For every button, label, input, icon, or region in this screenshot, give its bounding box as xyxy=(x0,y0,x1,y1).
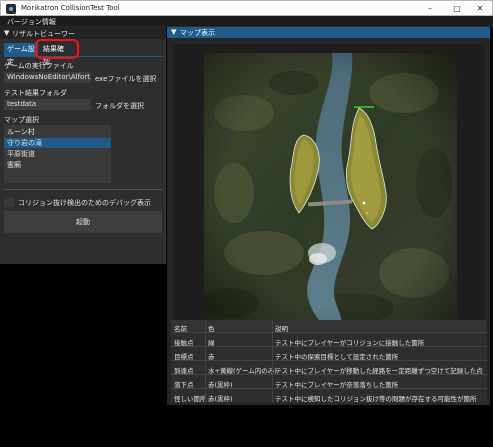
table-row: 落下点 赤(黒枠) テスト中にプレイヤーが奈落落ちした箇所 xyxy=(171,376,487,389)
legend-cell-name: 落下点 xyxy=(174,381,194,389)
table-row: 目標点 赤 テスト中の探索目標として設定された箇所 xyxy=(171,348,487,361)
legend-cell-name: 目標点 xyxy=(174,353,194,361)
map-display-panel: ▼ マップ表示 名前 色 説明 接触点 緑 テスト中にプレイヤーがコリジョンに接… xyxy=(167,27,490,405)
legend-cell-color: 赤(黒枠) xyxy=(208,381,233,389)
legend-cell-description: テスト中に検知したコリジョン抜け等の問題が存在する可能性が箇所 xyxy=(275,395,477,403)
menu-version-info[interactable]: バージョン情報 xyxy=(7,17,56,27)
divider xyxy=(4,189,162,190)
legend-header-description: 説明 xyxy=(275,325,288,333)
exe-path-field[interactable]: WindowsNoEditor\Alfort.ex xyxy=(4,72,91,83)
window-titlebar: Morikatron CollisionTest Tool – □ ✕ xyxy=(0,0,493,16)
window-title: Morikatron CollisionTest Tool xyxy=(21,4,120,12)
legend-header-name: 名前 xyxy=(174,325,187,333)
close-button[interactable]: ✕ xyxy=(467,1,493,16)
collapse-arrow-icon[interactable]: ▼ xyxy=(171,28,176,36)
legend-cell-name: 到達点 xyxy=(174,367,194,375)
legend-header-color: 色 xyxy=(208,325,215,333)
column-divider xyxy=(272,320,273,403)
result-viewer-header[interactable]: ▼ リザルトビューワー xyxy=(0,27,166,39)
legend-cell-description: テスト中にプレイヤーが奈落落ちした箇所 xyxy=(275,381,399,389)
table-row: 怪しい箇所 赤(黒枠) テスト中に検知したコリジョン抜け等の問題が存在する可能性… xyxy=(171,390,487,403)
legend-table: 名前 色 説明 接触点 緑 テスト中にプレイヤーがコリジョンに接触した箇所 目標… xyxy=(171,320,487,403)
collapse-arrow-icon[interactable]: ▼ xyxy=(4,29,9,37)
exe-label: ゲームの実行ファイル xyxy=(4,62,74,70)
menu-bar: バージョン情報 xyxy=(0,16,493,27)
legend-header-row: 名前 色 説明 xyxy=(171,320,487,333)
list-item[interactable]: 平原街道 xyxy=(4,149,111,159)
legend-cell-description: テスト中にプレイヤーがコリジョンに接触した箇所 xyxy=(275,339,425,347)
map-select-label: マップ選択 xyxy=(4,116,39,124)
result-viewer-panel: ▼ リザルトビューワー ゲーム設定 結果確認 ゲームの実行ファイル Window… xyxy=(0,27,166,264)
debug-checkbox[interactable] xyxy=(4,197,14,207)
legend-cell-name: 接触点 xyxy=(174,339,194,347)
legend-cell-color: 水+黄線(ゲーム内のみ) xyxy=(208,367,277,375)
select-exe-button[interactable]: exeファイルを選択 xyxy=(95,74,156,84)
tab-underline xyxy=(4,56,164,57)
list-item[interactable]: 守り岩の滝 xyxy=(4,138,111,148)
launch-button[interactable]: 起動 xyxy=(4,211,162,233)
legend-cell-description: テスト中にプレイヤーが移動した経路を一定距離ずつ空けて記録した点 xyxy=(275,367,483,375)
table-row: 接触点 緑 テスト中にプレイヤーがコリジョンに接触した箇所 xyxy=(171,334,487,347)
map-image[interactable] xyxy=(204,53,457,329)
select-folder-button[interactable]: フォルダを選択 xyxy=(95,101,144,111)
map-display-header[interactable]: ▼ マップ表示 xyxy=(167,27,490,38)
table-row: 到達点 水+黄線(ゲーム内のみ) テスト中にプレイヤーが移動した経路を一定距離ず… xyxy=(171,362,487,375)
list-item[interactable]: 霊廟 xyxy=(4,160,111,170)
legend-cell-color: 緑 xyxy=(208,339,215,347)
minimize-button[interactable]: – xyxy=(417,1,443,16)
debug-checkbox-label: コリジョン抜け検出のためのデバッグ表示 xyxy=(18,199,151,207)
map-display-title: マップ表示 xyxy=(180,29,215,37)
column-divider xyxy=(205,320,206,403)
result-viewer-title: リザルトビューワー xyxy=(12,30,75,38)
tab-game-settings[interactable]: ゲーム設定 xyxy=(4,43,38,66)
folder-label: テスト結果フォルダ xyxy=(4,89,67,97)
list-item[interactable]: ルーン村 xyxy=(4,127,111,137)
legend-cell-name: 怪しい箇所 xyxy=(174,395,207,403)
folder-path-field[interactable]: testdata xyxy=(4,99,91,110)
legend-cell-color: 赤(黒枠) xyxy=(208,395,233,403)
app-icon xyxy=(6,4,16,14)
legend-cell-color: 赤 xyxy=(208,353,215,361)
highlight-annotation xyxy=(35,39,79,59)
map-list: ルーン村 守り岩の滝 平原街道 霊廟 xyxy=(4,125,111,183)
legend-cell-description: テスト中の探索目標として設定された箇所 xyxy=(275,353,399,361)
map-frame xyxy=(173,44,485,338)
